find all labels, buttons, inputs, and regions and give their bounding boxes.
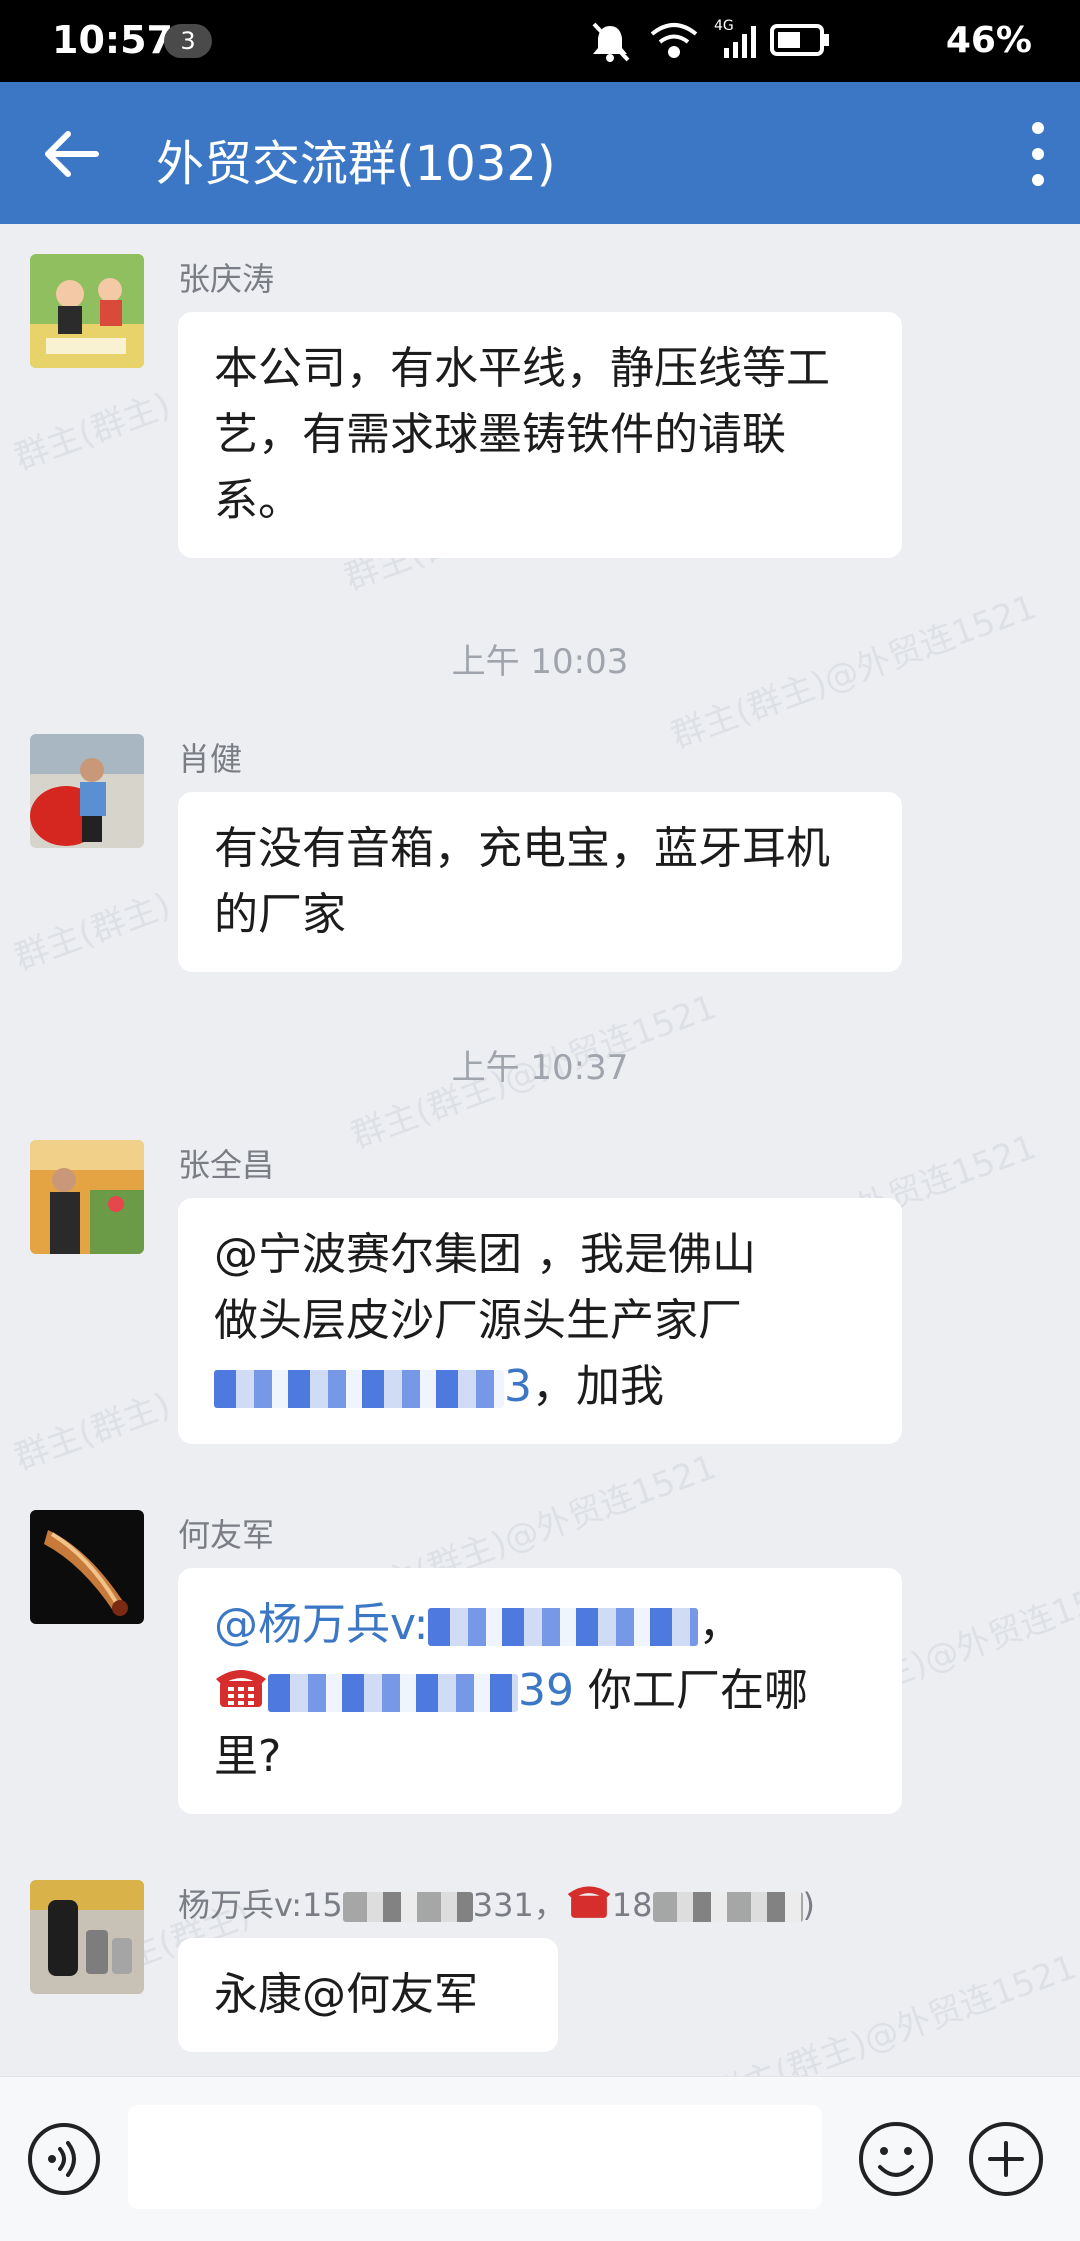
status-icons: 4G xyxy=(592,18,829,62)
sender-name-part: 18 xyxy=(611,1886,653,1924)
sender-name: 张庆涛 xyxy=(178,260,275,298)
message-text: 你工厂在哪 xyxy=(574,1665,808,1716)
redacted-number xyxy=(214,1370,504,1408)
message-bubble[interactable]: @杨万兵v: ， 39 你工厂在哪 里? xyxy=(178,1568,902,1814)
redacted-number xyxy=(268,1674,518,1712)
timestamp-separator: 上午 10:37 xyxy=(451,1048,629,1088)
arrow-left-icon[interactable] xyxy=(40,122,104,186)
timestamp-separator: 上午 10:03 xyxy=(451,642,629,682)
message-line: @宁波赛尔集团 ，我是佛山 xyxy=(214,1229,756,1280)
voice-icon[interactable] xyxy=(26,2121,102,2197)
message-line: @杨万兵v: ， xyxy=(214,1592,868,1658)
more-vertical-icon[interactable] xyxy=(1026,118,1050,190)
sender-name: 张全昌 xyxy=(178,1146,275,1184)
status-time: 10:57 xyxy=(52,18,173,62)
redacted-number xyxy=(652,1892,803,1922)
avatar[interactable] xyxy=(30,1140,144,1254)
input-bar xyxy=(0,2076,1080,2241)
message-line: 3，加我 xyxy=(214,1354,868,1420)
message-line: 39 你工厂在哪 xyxy=(214,1658,868,1724)
signal-icon: 4G xyxy=(714,18,756,58)
avatar[interactable] xyxy=(30,734,144,848)
message-input[interactable] xyxy=(128,2105,822,2209)
message-line: 里? xyxy=(214,1731,282,1782)
phone-number-tail[interactable]: 3 xyxy=(504,1361,532,1412)
message-bubble[interactable]: 有没有音箱，充电宝，蓝牙耳机的厂家 xyxy=(178,792,902,972)
chat-header: 外贸交流群(1032) xyxy=(0,82,1080,224)
phone-number-tail[interactable]: 39 xyxy=(518,1665,574,1716)
watermark: 群主(群主) xyxy=(9,1385,176,1479)
notification-count-badge: 3 xyxy=(164,24,212,58)
message-bubble[interactable]: 永康@何友军 xyxy=(178,1938,558,2052)
message-line: 做头层皮沙厂源头生产家厂 xyxy=(214,1295,742,1346)
plus-circle-icon[interactable] xyxy=(966,2119,1046,2199)
message-bubble[interactable]: 本公司，有水平线，静压线等工艺，有需求球墨铸铁件的请联系。 xyxy=(178,312,902,558)
watermark: 群主(群主) xyxy=(9,885,176,979)
avatar[interactable] xyxy=(30,1880,144,1994)
avatar[interactable] xyxy=(30,1510,144,1624)
message-text: ，加我 xyxy=(532,1361,664,1412)
battery-icon xyxy=(770,24,829,56)
sender-name-part: 杨万兵v:15 xyxy=(178,1886,343,1924)
mute-bell-icon xyxy=(592,22,630,62)
sender-name: 何友军 xyxy=(178,1516,275,1554)
avatar[interactable] xyxy=(30,254,144,368)
watermark: 群主(群主) xyxy=(9,385,176,479)
redacted-number xyxy=(428,1608,699,1646)
message-bubble[interactable]: @宁波赛尔集团 ，我是佛山 做头层皮沙厂源头生产家厂 3，加我 xyxy=(178,1198,902,1444)
sender-name: 杨万兵v:15 331， 18) xyxy=(178,1880,815,1926)
network-type-label: 4G xyxy=(714,18,734,34)
group-title: 外贸交流群(1032) xyxy=(156,136,556,192)
status-bar: 10:57 3 4G 46% xyxy=(0,0,1080,82)
redacted-number xyxy=(342,1892,473,1922)
battery-percent: 46% xyxy=(945,20,1032,61)
telephone-icon xyxy=(216,1670,266,1707)
sender-name-part: ) xyxy=(802,1886,815,1924)
sender-name: 肖健 xyxy=(178,740,243,778)
message-list[interactable]: 群主(群主) 群主(群主) 群主(群主)@外贸连1521 群主(群主) 群主(群… xyxy=(0,224,1080,2076)
mention-link[interactable]: @杨万兵v: xyxy=(214,1599,428,1650)
smile-icon[interactable] xyxy=(856,2119,936,2199)
message-text: ， xyxy=(698,1599,743,1650)
wifi-icon xyxy=(650,23,698,58)
telephone-icon xyxy=(567,1886,611,1918)
sender-name-part: 331， xyxy=(472,1886,566,1924)
watermark: 群主(群主)@外贸连1521 xyxy=(705,1947,1080,2076)
